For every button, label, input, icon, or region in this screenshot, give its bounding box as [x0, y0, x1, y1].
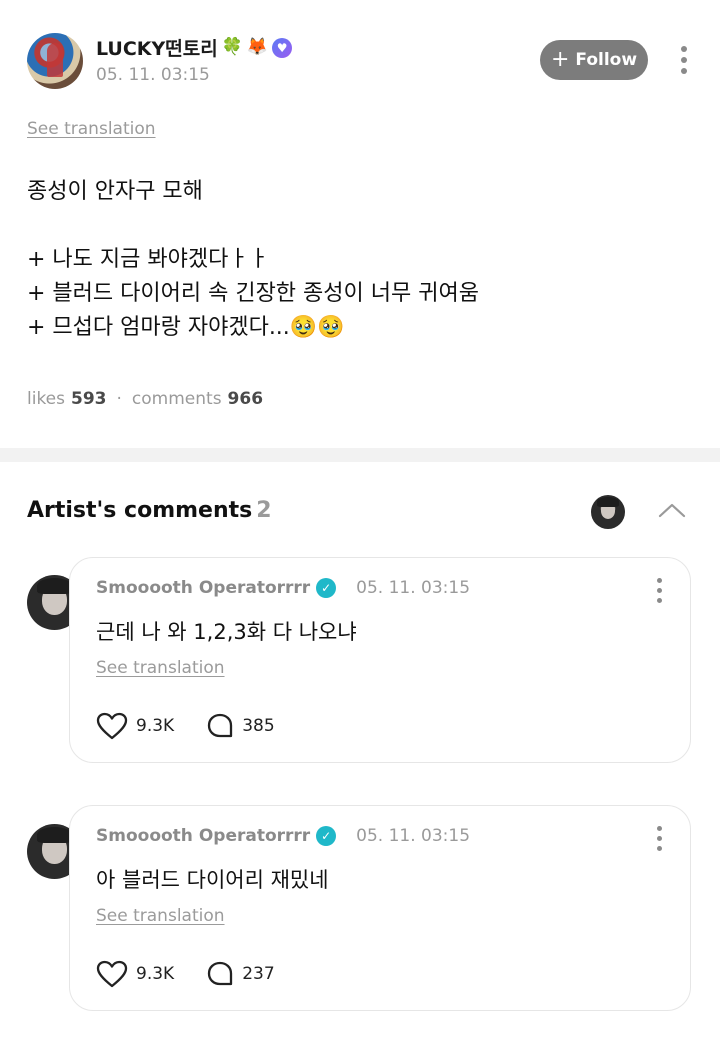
post-body-line: + 블러드 다이어리 속 긴장한 종성이 너무 귀여움: [27, 281, 479, 306]
artist-comment-card: Smooooth Operatorrrr ✓ 05. 11. 03:15 아 블…: [69, 805, 691, 1011]
see-translation-link[interactable]: See translation: [96, 658, 225, 678]
clover-emoji: 🍀: [221, 37, 243, 57]
comments-count[interactable]: 966: [228, 389, 264, 409]
follow-label: Follow: [575, 50, 638, 70]
stats-separator: ·: [116, 389, 122, 409]
artist-avatar-small[interactable]: [591, 495, 625, 529]
post-body-line: + 므섭다 엄마랑 자야겠다...🥹🥹: [27, 315, 345, 340]
fan-verified-badge-icon: ♥: [272, 37, 293, 58]
likes-label: likes: [27, 389, 66, 409]
post-timestamp: 05. 11. 03:15: [96, 65, 210, 85]
comment-header: Smooooth Operatorrrr ✓ 05. 11. 03:15: [96, 826, 470, 846]
like-count: 9.3K: [136, 716, 175, 736]
comments-label[interactable]: comments: [132, 389, 222, 409]
author-avatar[interactable]: [27, 33, 83, 89]
post-body-line: + 나도 지금 봐야겠다ㅏㅏ: [27, 247, 269, 272]
comment-actions: 9.3K 237: [96, 960, 307, 988]
verified-badge-icon: ✓: [316, 578, 337, 598]
author-row: LUCKY떤토리 🍀 🦊 ♥: [96, 34, 293, 61]
post-body-line: 종성이 안자구 모해: [27, 179, 203, 204]
verified-badge-icon: ✓: [316, 826, 337, 846]
commenter-name[interactable]: Smooooth Operatorrrr: [96, 578, 310, 598]
chevron-up-icon[interactable]: [657, 500, 687, 520]
follow-button[interactable]: + Follow: [540, 40, 648, 80]
comment-actions: 9.3K 385: [96, 712, 307, 740]
post-more-options-icon[interactable]: [679, 46, 689, 74]
section-divider: [0, 448, 720, 462]
see-translation-link[interactable]: See translation: [27, 119, 156, 139]
comment-text: 아 블러드 다이어리 재밌네: [96, 868, 329, 892]
reply-count: 237: [242, 964, 275, 984]
comment-timestamp: 05. 11. 03:15: [356, 826, 471, 846]
comment-more-options-icon[interactable]: [654, 578, 664, 603]
likes-count: 593: [71, 389, 107, 409]
comment-header: Smooooth Operatorrrr ✓ 05. 11. 03:15: [96, 578, 470, 598]
fox-emoji: 🦊: [246, 37, 269, 57]
comment-bubble-icon: [208, 961, 233, 986]
post-stats: likes 593 · comments 966: [27, 389, 263, 409]
comment-timestamp: 05. 11. 03:15: [356, 578, 471, 598]
comment-text: 근데 나 와 1,2,3화 다 나오냐: [96, 620, 357, 644]
comment-more-options-icon[interactable]: [654, 826, 664, 851]
plus-icon: +: [550, 47, 570, 72]
commenter-name[interactable]: Smooooth Operatorrrr: [96, 826, 310, 846]
comment-bubble-icon: [208, 713, 233, 738]
heart-icon: [96, 960, 128, 988]
artist-comments-title: Artist's comments 2: [27, 498, 272, 523]
artist-comments-count: 2: [256, 498, 272, 523]
artist-comments-label: Artist's comments: [27, 498, 253, 523]
author-name[interactable]: LUCKY떤토리: [96, 34, 218, 61]
like-button[interactable]: 9.3K: [96, 712, 174, 740]
like-button[interactable]: 9.3K: [96, 960, 174, 988]
see-translation-link[interactable]: See translation: [96, 906, 225, 926]
heart-icon: [96, 712, 128, 740]
post-body-blank-line: [27, 209, 479, 243]
like-count: 9.3K: [136, 964, 175, 984]
reply-count: 385: [242, 716, 275, 736]
reply-button[interactable]: 237: [206, 960, 275, 988]
post: LUCKY떤토리 🍀 🦊 ♥ 05. 11. 03:15 + Follow Se…: [0, 0, 720, 448]
reply-button[interactable]: 385: [206, 712, 275, 740]
artist-comment-card: Smooooth Operatorrrr ✓ 05. 11. 03:15 근데 …: [69, 557, 691, 763]
post-body: 종성이 안자구 모해 + 나도 지금 봐야겠다ㅏㅏ + 블러드 다이어리 속 긴…: [27, 175, 479, 345]
